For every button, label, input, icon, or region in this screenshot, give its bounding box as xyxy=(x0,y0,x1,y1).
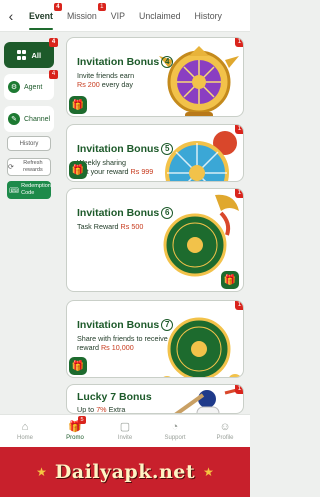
redemption-code-label: Redemption Code xyxy=(21,183,51,196)
sidebar-item-all[interactable]: All 4 xyxy=(4,38,58,68)
nav-invite-label: Invite xyxy=(117,434,133,441)
card-desc-line: Up to xyxy=(77,405,97,414)
nav-invite[interactable]: ▢ Invite xyxy=(100,415,150,447)
gift-icon[interactable]: 🎁 xyxy=(69,357,87,375)
lucky-7-bonus-card[interactable]: Lucky 7 Bonus Up to 7% Extraon your First… xyxy=(66,384,244,414)
grid-icon xyxy=(16,50,27,60)
channel-icon: ✎ xyxy=(8,113,20,125)
home-icon: ⌂ xyxy=(21,420,29,433)
card-desc-line: Extra xyxy=(106,405,126,414)
gift-icon[interactable]: 🎁 xyxy=(69,161,87,179)
bottom-navigation: ⌂ Home 🎁 Promo 5 ▢ Invite ◔ Support ☺ Pr… xyxy=(0,414,250,447)
card-number: 6 xyxy=(161,207,174,219)
nav-profile-label: Profile xyxy=(216,434,234,441)
nav-promo[interactable]: 🎁 Promo 5 xyxy=(50,415,100,447)
card-title: Invitation Bonus 4 xyxy=(77,56,174,68)
card-description: Task Reward Rs 500 xyxy=(77,222,185,231)
card-title-text: Invitation Bonus xyxy=(77,56,160,68)
star-icon: ★ xyxy=(203,465,214,479)
card-desc-line: Invite friends earn xyxy=(77,71,135,80)
card-title-text: Invitation Bonus xyxy=(77,143,160,155)
back-arrow-icon[interactable]: ‹ xyxy=(0,0,22,32)
card-amount: Rs 500 xyxy=(120,222,144,231)
invite-icon: ▢ xyxy=(119,420,131,433)
card-title-text: Invitation Bonus xyxy=(77,319,160,331)
invitation-bonus-4-card[interactable]: Invitation Bonus 4 Invite friends earn Rs… xyxy=(66,37,244,117)
watermark-text: Dailyapk.net xyxy=(54,461,196,483)
card-amount: Rs 10,000 xyxy=(100,343,134,352)
top-tab-bar: ‹ Event 4 Mission 1 VIP Unclaimed Histor… xyxy=(0,0,250,32)
nav-home-label: Home xyxy=(16,434,33,441)
sidebar-item-all-label: All xyxy=(31,50,42,60)
tab-vip[interactable]: VIP xyxy=(104,0,132,32)
tab-mission-label: Mission xyxy=(66,10,97,21)
card-title: Lucky 7 Bonus xyxy=(77,391,152,403)
history-button[interactable]: History xyxy=(7,136,51,151)
invitation-bonus-6-card[interactable]: Invitation Bonus 6 Task Reward Rs 500 🎁 1 xyxy=(66,188,244,292)
star-icon: ★ xyxy=(36,465,47,479)
watermark-banner: ★ Dailyapk.net ★ xyxy=(0,447,250,497)
card-number: 4 xyxy=(161,56,174,68)
card-description: Up to 7% Extraon your First 7 Deposits! xyxy=(77,405,185,414)
card-amount: Rs 999 xyxy=(130,167,154,176)
card-badge: 1 xyxy=(235,125,243,134)
card-amount: 7% xyxy=(96,405,107,414)
card-number: 7 xyxy=(161,319,174,331)
invitation-bonus-7-card[interactable]: Invitation Bonus 7 Share with friends to … xyxy=(66,300,244,378)
tab-vip-label: VIP xyxy=(110,10,125,21)
profile-icon: ☺ xyxy=(219,420,231,433)
tab-unclaimed-label: Unclaimed xyxy=(138,10,181,21)
refresh-icon: ⟳ xyxy=(8,163,14,171)
category-sidebar: All 4 ⚙ Agent 4 ✎ Channel History ⟳ Refr… xyxy=(0,32,60,414)
support-icon: ◔ xyxy=(171,420,179,433)
tab-mission[interactable]: Mission 1 xyxy=(60,0,106,32)
redemption-code-button[interactable]: 🎟 Redemption Code xyxy=(7,181,51,199)
card-amount: Rs 200 xyxy=(77,80,100,89)
sidebar-agent-badge: 4 xyxy=(49,70,58,79)
tab-history[interactable]: History xyxy=(188,0,229,32)
card-title: Invitation Bonus 6 xyxy=(77,207,174,219)
tab-event-label: Event xyxy=(29,10,53,21)
sidebar-all-badge: 4 xyxy=(49,38,58,47)
nav-profile[interactable]: ☺ Profile xyxy=(200,415,250,447)
sidebar-item-agent[interactable]: ⚙ Agent 4 xyxy=(4,70,58,100)
ticket-icon: 🎟 xyxy=(9,185,20,195)
nav-promo-badge: 5 xyxy=(78,416,86,424)
card-description: Weekly sharing Get your reward Rs 999 xyxy=(77,158,185,176)
invitation-bonus-5-card[interactable]: Invitation Bonus 5 Weekly sharing Get you… xyxy=(66,124,244,182)
card-desc-line: Task Reward xyxy=(77,222,121,231)
card-badge: 1 xyxy=(235,38,243,47)
nav-promo-label: Promo xyxy=(66,434,84,441)
card-badge: 1 xyxy=(235,385,243,394)
card-description: Invite friends earn Rs 200 every day xyxy=(77,71,185,89)
refresh-rewards-label: Refresh rewards xyxy=(23,160,43,173)
tab-unclaimed[interactable]: Unclaimed xyxy=(132,0,188,32)
card-title-text: Invitation Bonus xyxy=(77,207,160,219)
gift-icon[interactable]: 🎁 xyxy=(221,271,239,289)
card-title-text: Lucky 7 Bonus xyxy=(77,391,152,403)
card-desc-line: every day xyxy=(99,80,133,89)
tab-event[interactable]: Event 4 xyxy=(22,0,62,32)
card-number: 5 xyxy=(161,143,174,155)
card-description: Share with friends to receive reward Rs … xyxy=(77,334,185,352)
nav-home[interactable]: ⌂ Home xyxy=(0,415,50,447)
nav-support-label: Support xyxy=(164,434,186,441)
dragon-wheel-illustration xyxy=(163,194,239,277)
refresh-rewards-button[interactable]: ⟳ Refresh rewards xyxy=(7,158,51,176)
card-badge: 1 xyxy=(235,189,243,198)
sidebar-item-channel[interactable]: ✎ Channel xyxy=(4,106,54,132)
agent-icon: ⚙ xyxy=(8,81,20,93)
card-badge: 1 xyxy=(235,301,243,310)
tab-history-label: History xyxy=(194,10,222,21)
card-title: Invitation Bonus 5 xyxy=(77,143,174,155)
gift-icon[interactable]: 🎁 xyxy=(69,96,87,114)
sidebar-item-agent-label: Agent xyxy=(24,83,43,91)
nav-support[interactable]: ◔ Support xyxy=(150,415,200,447)
sidebar-item-channel-label: Channel xyxy=(24,115,51,123)
card-title: Invitation Bonus 7 xyxy=(77,319,174,331)
